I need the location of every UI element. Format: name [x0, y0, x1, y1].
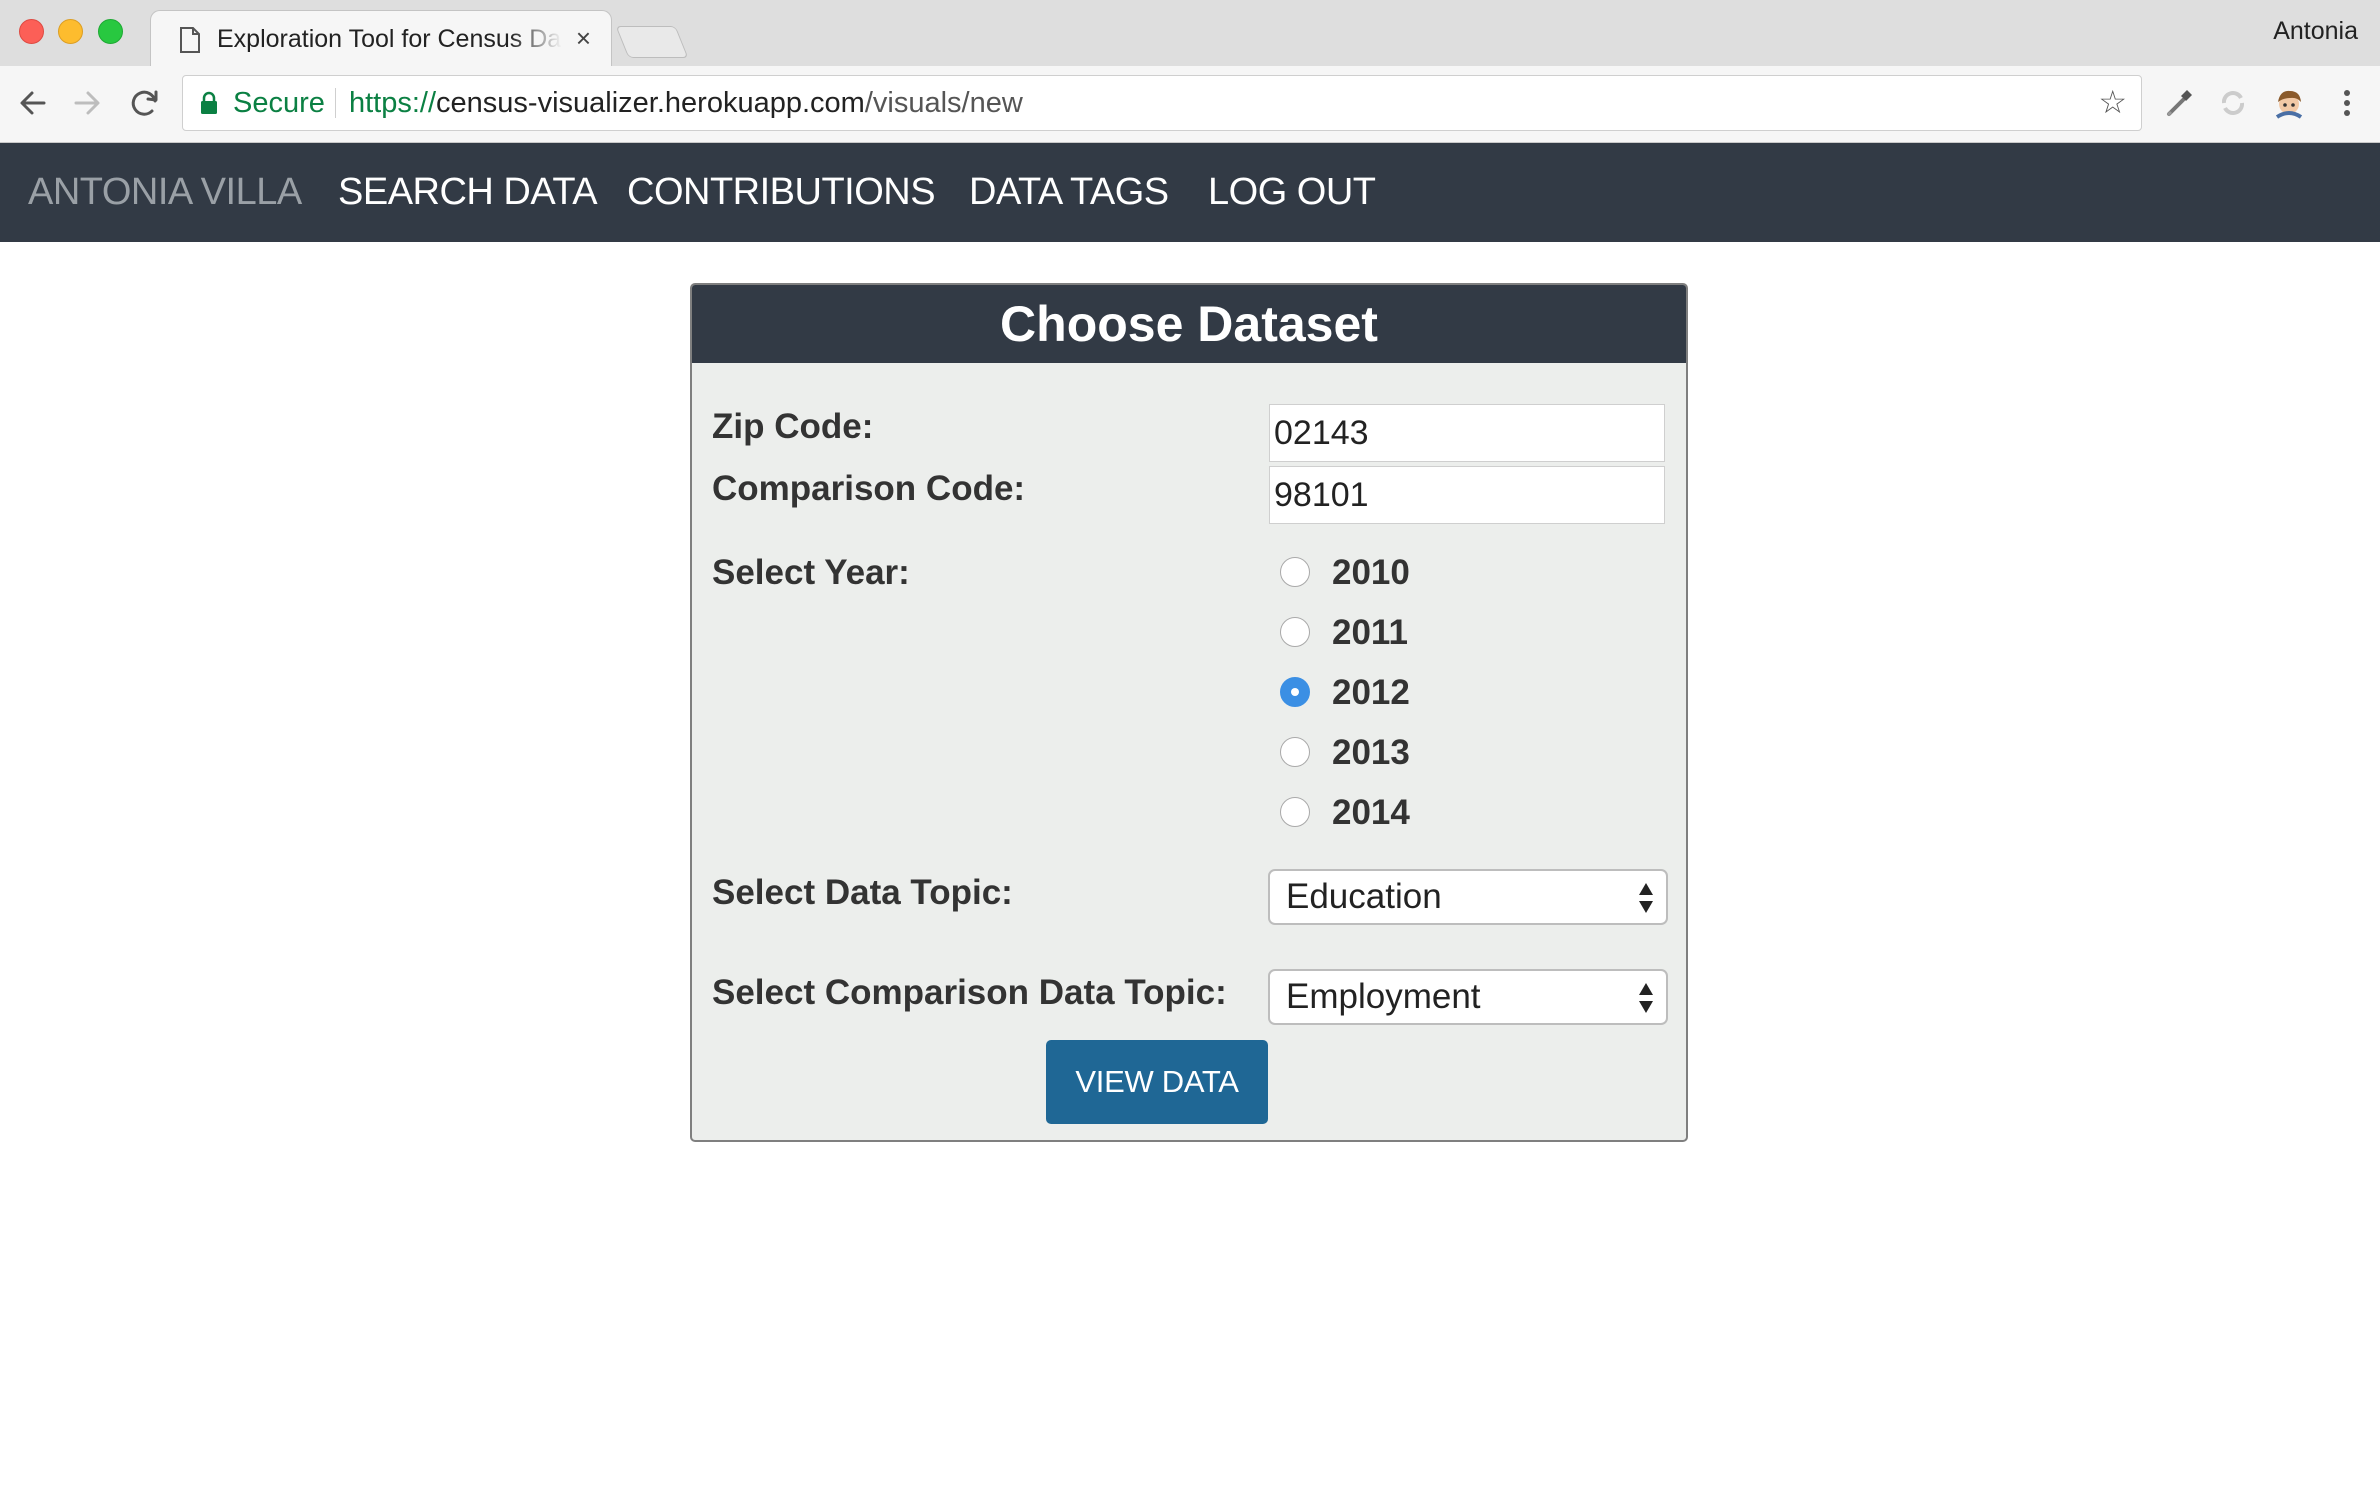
year-label: 2014	[1332, 793, 1410, 832]
avatar-extension-icon[interactable]	[2270, 84, 2308, 122]
bookmark-star-icon[interactable]: ☆	[2098, 86, 2127, 118]
nav-contributions[interactable]: CONTRIBUTIONS	[627, 171, 936, 214]
browser-toolbar: Secure https://census-visualizer.herokua…	[0, 66, 2380, 143]
tab-title: Exploration Tool for Census Data	[217, 25, 562, 53]
zoom-window-button[interactable]	[98, 19, 123, 44]
site-navbar: ANTONIA VILLA SEARCH DATA CONTRIBUTIONS …	[0, 143, 2380, 242]
forward-arrow-icon[interactable]	[68, 84, 106, 122]
sync-extension-icon[interactable]	[2214, 84, 2252, 122]
comparison-topic-value: Employment	[1286, 977, 1481, 1016]
year-label: 2011	[1332, 613, 1408, 652]
form-title: Choose Dataset	[692, 285, 1686, 363]
browser-tab-strip: Exploration Tool for Census Data × Anton…	[0, 0, 2380, 67]
address-divider	[335, 88, 336, 118]
address-bar[interactable]: Secure https://census-visualizer.herokua…	[182, 75, 2142, 131]
year-label: 2013	[1332, 733, 1410, 772]
radio-button[interactable]	[1280, 617, 1310, 647]
radio-button[interactable]	[1280, 737, 1310, 767]
year-label: 2010	[1332, 553, 1410, 592]
radio-button-selected[interactable]	[1280, 677, 1310, 707]
secure-label: Secure	[233, 87, 325, 119]
choose-dataset-form: Choose Dataset Zip Code: 02143 Compariso…	[690, 283, 1688, 1142]
select-arrows-icon	[1639, 883, 1653, 913]
close-tab-icon[interactable]: ×	[576, 23, 591, 54]
comparison-code-input[interactable]: 98101	[1269, 466, 1665, 524]
nav-search-data[interactable]: SEARCH DATA	[338, 171, 598, 214]
minimize-window-button[interactable]	[58, 19, 83, 44]
browser-tab[interactable]: Exploration Tool for Census Data ×	[150, 10, 612, 67]
zip-code-input[interactable]: 02143	[1269, 404, 1665, 462]
data-topic-value: Education	[1286, 877, 1442, 916]
data-topic-select[interactable]: Education	[1268, 869, 1668, 925]
profile-name[interactable]: Antonia	[2273, 17, 2358, 46]
url-text[interactable]: https://census-visualizer.herokuapp.com/…	[349, 87, 1023, 120]
select-arrows-icon	[1639, 983, 1653, 1013]
new-tab-button[interactable]	[615, 26, 689, 58]
menu-dots-icon[interactable]	[2328, 84, 2366, 122]
comparison-topic-select[interactable]: Employment	[1268, 969, 1668, 1025]
comparison-topic-label: Select Comparison Data Topic:	[712, 973, 1227, 1012]
reload-icon[interactable]	[126, 84, 164, 122]
nav-log-out[interactable]: LOG OUT	[1208, 171, 1376, 214]
select-year-label: Select Year:	[712, 553, 910, 592]
view-data-button[interactable]: VIEW DATA	[1046, 1040, 1268, 1124]
eyedropper-extension-icon[interactable]	[2160, 84, 2198, 122]
zip-code-label: Zip Code:	[712, 407, 874, 446]
nav-brand[interactable]: ANTONIA VILLA	[28, 171, 302, 214]
nav-data-tags[interactable]: DATA TAGS	[969, 171, 1169, 214]
document-icon	[180, 27, 200, 53]
lock-icon	[201, 91, 217, 114]
comparison-code-label: Comparison Code:	[712, 469, 1026, 508]
radio-button[interactable]	[1280, 557, 1310, 587]
back-arrow-icon[interactable]	[14, 84, 52, 122]
close-window-button[interactable]	[19, 19, 44, 44]
year-label: 2012	[1332, 673, 1410, 712]
data-topic-label: Select Data Topic:	[712, 873, 1013, 912]
radio-button[interactable]	[1280, 797, 1310, 827]
